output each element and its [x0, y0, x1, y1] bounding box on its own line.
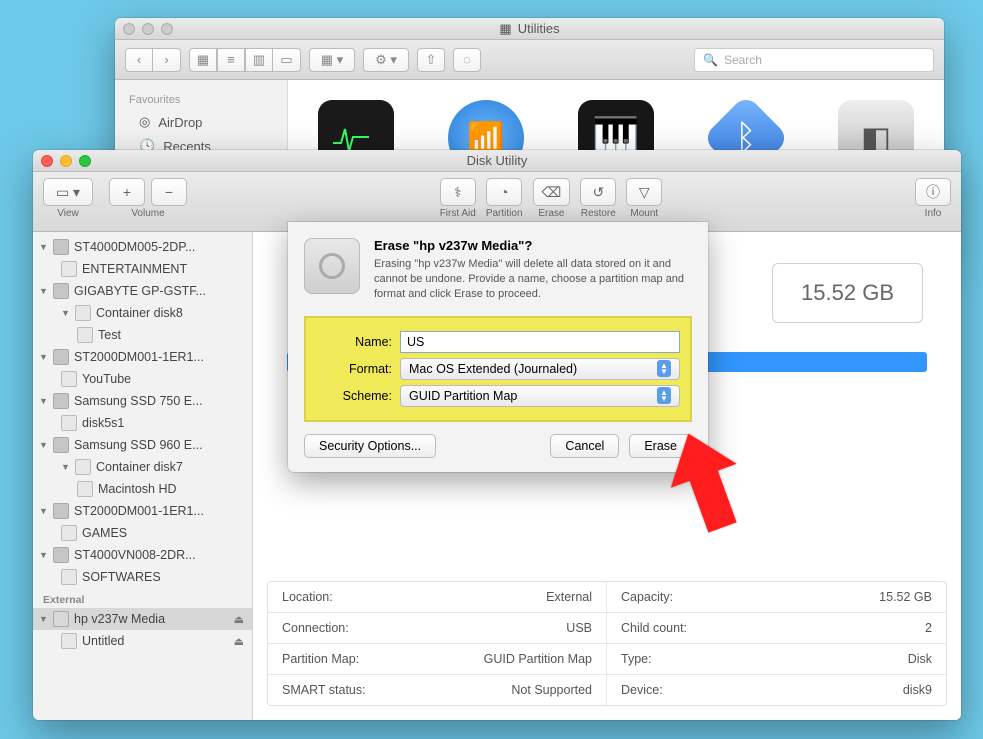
share-button[interactable]: ⇧	[417, 48, 445, 72]
format-label: Format:	[316, 362, 392, 376]
du-sidebar: ▼ST4000DM005-2DP... ENTERTAINMENT ▼GIGAB…	[33, 232, 253, 720]
name-input[interactable]	[400, 331, 680, 353]
dialog-disk-icon	[304, 238, 360, 294]
zoom-icon[interactable]	[79, 155, 91, 167]
tags-button[interactable]: ◌	[453, 48, 481, 72]
airdrop-icon: ◎	[139, 114, 150, 130]
dialog-description: Erasing "hp v237w Media" will delete all…	[374, 257, 692, 302]
sidebar-volume-entertainment[interactable]: ENTERTAINMENT	[33, 258, 252, 280]
sidebar-disk-st2000-1[interactable]: ▼ST2000DM001-1ER1...	[33, 346, 252, 368]
close-icon[interactable]	[41, 155, 53, 167]
search-field[interactable]: 🔍 Search	[694, 48, 934, 72]
sidebar-volume-untitled[interactable]: Untitled⏏	[33, 630, 252, 652]
sidebar-disk-gigabyte[interactable]: ▼GIGABYTE GP-GSTF...	[33, 280, 252, 302]
finder-title: Utilities	[518, 21, 560, 36]
finder-toolbar: ‹ › ▦ ≡ ▥ ▭ ▦ ▾ ⚙ ▾ ⇧ ◌ 🔍 Search	[115, 40, 944, 80]
info-button[interactable]: ⓘ	[915, 178, 951, 206]
action-button[interactable]: ⚙ ▾	[363, 48, 409, 72]
close-icon[interactable]	[123, 23, 135, 35]
eject-icon[interactable]: ⏏	[234, 613, 244, 626]
view-icons-button[interactable]: ▦	[189, 48, 217, 72]
disk-info-table: Location:External Capacity:15.52 GB Conn…	[267, 581, 947, 706]
group-button[interactable]: ▦ ▾	[309, 48, 355, 72]
sidebar-external-label: External	[33, 588, 252, 608]
sidebar-container-disk7[interactable]: ▼Container disk7	[33, 456, 252, 478]
view-label: View	[57, 208, 79, 219]
finder-titlebar: ▦ Utilities	[115, 18, 944, 40]
scheme-label: Scheme:	[316, 389, 392, 403]
du-title: Disk Utility	[467, 153, 528, 168]
security-options-button[interactable]: Security Options...	[304, 434, 436, 458]
scheme-select[interactable]: GUID Partition Map ▲▼	[400, 385, 680, 407]
sidebar-container-disk8[interactable]: ▼Container disk8	[33, 302, 252, 324]
sidebar-disk-st4000vn008[interactable]: ▼ST4000VN008-2DR...	[33, 544, 252, 566]
sidebar-volume-youtube[interactable]: YouTube	[33, 368, 252, 390]
restore-button[interactable]: ↺	[580, 178, 616, 206]
erase-dialog: Erase "hp v237w Media"? Erasing "hp v237…	[288, 222, 708, 472]
sidebar-disk-hp-v237w[interactable]: ▼hp v237w Media⏏	[33, 608, 252, 630]
minimize-icon[interactable]	[60, 155, 72, 167]
dialog-title: Erase "hp v237w Media"?	[374, 238, 692, 253]
chevron-updown-icon: ▲▼	[657, 387, 671, 404]
search-placeholder: Search	[724, 53, 762, 67]
format-select[interactable]: Mac OS Extended (Journaled) ▲▼	[400, 358, 680, 380]
zoom-icon[interactable]	[161, 23, 173, 35]
first-aid-button[interactable]: ⚕	[440, 178, 476, 206]
name-label: Name:	[316, 335, 392, 349]
sidebar-volume-macintosh-hd[interactable]: Macintosh HD	[33, 478, 252, 500]
du-titlebar: Disk Utility	[33, 150, 961, 172]
forward-button[interactable]: ›	[153, 48, 181, 72]
folder-icon: ▦	[499, 21, 511, 37]
mount-button[interactable]: ▽	[626, 178, 662, 206]
sidebar-heading: Favourites	[115, 90, 287, 110]
chevron-updown-icon: ▲▼	[657, 360, 671, 377]
partition-button[interactable]: ◔	[486, 178, 522, 206]
back-button[interactable]: ‹	[125, 48, 153, 72]
volume-add-button[interactable]: +	[109, 178, 145, 206]
view-gallery-button[interactable]: ▭	[273, 48, 301, 72]
sidebar-disk-st2000-2[interactable]: ▼ST2000DM001-1ER1...	[33, 500, 252, 522]
search-icon: 🔍	[703, 53, 718, 67]
sidebar-disk-samsung750[interactable]: ▼Samsung SSD 750 E...	[33, 390, 252, 412]
view-columns-button[interactable]: ▥	[245, 48, 273, 72]
sidebar-item-airdrop[interactable]: ◎AirDrop	[115, 110, 287, 134]
volume-label: Volume	[131, 208, 164, 219]
minimize-icon[interactable]	[142, 23, 154, 35]
sidebar-disk-st4000dm005[interactable]: ▼ST4000DM005-2DP...	[33, 236, 252, 258]
sidebar-volume-games[interactable]: GAMES	[33, 522, 252, 544]
eject-icon[interactable]: ⏏	[234, 635, 244, 648]
view-list-button[interactable]: ≡	[217, 48, 245, 72]
sidebar-volume-softwares[interactable]: SOFTWARES	[33, 566, 252, 588]
volume-remove-button[interactable]: −	[151, 178, 187, 206]
sidebar-disk-samsung960[interactable]: ▼Samsung SSD 960 E...	[33, 434, 252, 456]
dialog-form: Name: Format: Mac OS Extended (Journaled…	[304, 316, 692, 422]
sidebar-volume-disk5s1[interactable]: disk5s1	[33, 412, 252, 434]
capacity-display: 15.52 GB	[772, 263, 923, 323]
erase-button[interactable]: ⌫	[533, 178, 571, 206]
cancel-button[interactable]: Cancel	[550, 434, 619, 458]
erase-confirm-button[interactable]: Erase	[629, 434, 692, 458]
sidebar-volume-test[interactable]: Test	[33, 324, 252, 346]
view-button[interactable]: ▭ ▾	[43, 178, 93, 206]
